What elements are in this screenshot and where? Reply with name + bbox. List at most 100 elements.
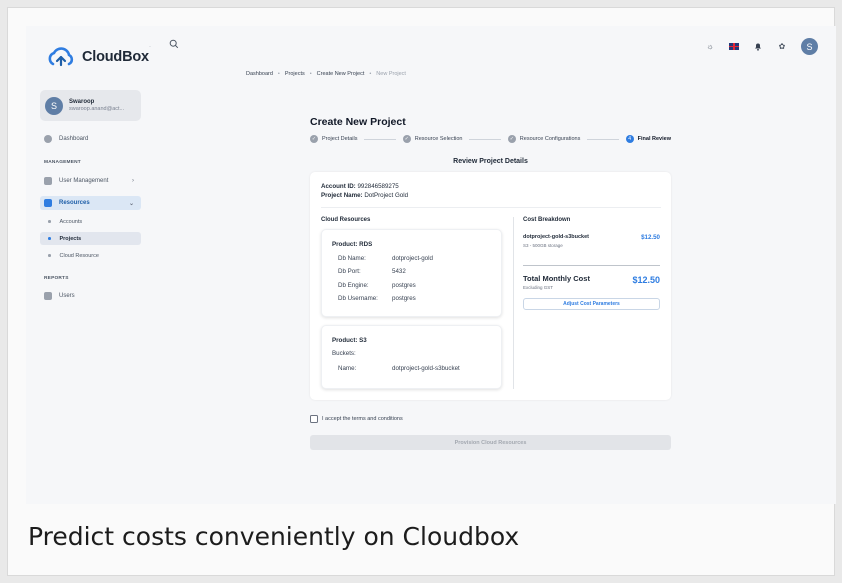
sidebar-item-resources[interactable]: Resources ⌄ xyxy=(40,196,141,210)
cloud-resources-title: Cloud Resources xyxy=(321,217,371,223)
bell-icon[interactable] xyxy=(753,42,763,52)
terms-label: I accept the terms and conditions xyxy=(322,416,403,422)
step-project-details[interactable]: ✓ Project Details xyxy=(310,135,357,143)
user-email: swaroop.anand@act... xyxy=(69,105,125,112)
bullet-icon xyxy=(48,254,51,257)
cloud-logo-icon xyxy=(48,47,74,67)
sidebar-item-label: Users xyxy=(59,293,75,299)
bullet-icon xyxy=(48,220,51,223)
divider xyxy=(321,207,661,208)
terms-checkbox[interactable] xyxy=(310,415,318,423)
project-name: DotProject Gold xyxy=(364,192,409,200)
breadcrumb-separator: • xyxy=(309,71,312,77)
kv-value: 5432 xyxy=(392,268,406,275)
chevron-right-icon: › xyxy=(132,178,134,184)
user-management-icon xyxy=(44,177,52,185)
kv-label: Name: xyxy=(338,365,357,372)
screenshot-frame: CloudBox S Swaroop swaroop.anand@act... … xyxy=(7,7,836,576)
avatar[interactable]: S xyxy=(801,38,818,55)
language-flag-icon[interactable] xyxy=(729,42,739,52)
sidebar: CloudBox S Swaroop swaroop.anand@act... … xyxy=(26,26,154,504)
kv-label: Db Name: xyxy=(338,255,366,262)
step-resource-selection[interactable]: ✓ Resource Selection xyxy=(402,135,462,143)
step-number: 4 xyxy=(625,135,634,143)
product-title: Product: RDS xyxy=(332,241,373,248)
section-reports: REPORTS xyxy=(44,276,69,281)
breadcrumb-dashboard[interactable]: Dashboard xyxy=(246,71,273,77)
sidebar-item-users[interactable]: Users xyxy=(40,289,141,303)
product-card-s3: Product: S3 Buckets: Name: dotproject-go… xyxy=(321,325,502,389)
dashboard-icon xyxy=(44,135,52,143)
buckets-label: Buckets: xyxy=(332,350,356,357)
check-icon: ✓ xyxy=(310,135,318,143)
resources-icon xyxy=(44,199,52,207)
stepper: ✓ Project Details ✓ Resource Selection ✓… xyxy=(310,134,671,144)
check-icon: ✓ xyxy=(402,135,411,143)
sidebar-subitem-label: Cloud Resource xyxy=(59,252,99,259)
section-management: MANAGEMENT xyxy=(44,160,81,165)
sidebar-item-label: Dashboard xyxy=(59,136,89,142)
step-resource-configurations[interactable]: ✓ Resource Configurations xyxy=(507,135,580,143)
step-connector xyxy=(364,138,396,140)
total-cost-sub: Excluding GST xyxy=(523,285,554,290)
cost-item-amount: $12.50 xyxy=(641,234,660,241)
sidebar-subitem-cloud-resource[interactable]: Cloud Resource xyxy=(40,249,141,262)
kv-value: postgres xyxy=(392,282,416,289)
topbar-actions: ☼ ✿ S xyxy=(705,38,818,55)
project-name-label: Project Name: xyxy=(321,192,363,200)
breadcrumb-projects[interactable]: Projects xyxy=(285,71,305,77)
kv-value: postgres xyxy=(392,295,416,302)
search-icon[interactable] xyxy=(169,39,179,49)
review-title: Review Project Details xyxy=(453,158,528,165)
provision-button[interactable]: Provision Cloud Resources xyxy=(310,435,671,450)
account-id-label: Account ID: xyxy=(321,183,356,190)
sidebar-subitem-accounts[interactable]: Accounts xyxy=(40,215,141,228)
breadcrumb-separator: • xyxy=(369,71,372,77)
app-window: CloudBox S Swaroop swaroop.anand@act... … xyxy=(26,26,836,504)
logo[interactable]: CloudBox xyxy=(46,46,149,68)
account-id: 992846589275 xyxy=(357,183,399,190)
breadcrumb-create-project[interactable]: Create New Project xyxy=(317,71,365,77)
total-cost-amount: $12.50 xyxy=(632,275,660,285)
terms-checkbox-row[interactable]: I accept the terms and conditions xyxy=(310,415,403,423)
page-title: Create New Project xyxy=(310,116,406,128)
user-card[interactable]: S Swaroop swaroop.anand@act... xyxy=(40,90,141,121)
chevron-down-icon: ⌄ xyxy=(128,200,134,207)
breadcrumb-separator: • xyxy=(277,71,280,77)
sidebar-item-label: Resources xyxy=(59,200,90,206)
user-name: Swaroop xyxy=(69,99,95,106)
settings-icon[interactable]: ✿ xyxy=(777,42,787,52)
column-divider xyxy=(513,217,514,389)
sidebar-subitem-projects[interactable]: Projects xyxy=(40,232,141,245)
product-title: Product: S3 xyxy=(332,337,367,344)
breadcrumb-current: New Project xyxy=(376,71,406,77)
sidebar-subitem-label: Accounts xyxy=(59,218,83,225)
kv-value: dotproject-gold xyxy=(392,255,433,262)
users-icon xyxy=(44,292,52,300)
account-info: Account ID: 992846589275 Project Name: D… xyxy=(321,182,408,201)
sidebar-item-label: User Management xyxy=(59,178,109,184)
sidebar-item-dashboard[interactable]: Dashboard xyxy=(40,132,141,146)
app-name: CloudBox xyxy=(82,49,149,65)
divider xyxy=(523,265,660,266)
collapse-sidebar-icon[interactable]: · xyxy=(149,44,151,50)
sidebar-item-user-management[interactable]: User Management › xyxy=(40,174,141,188)
sidebar-subitem-label: Projects xyxy=(59,235,82,242)
theme-sun-icon[interactable]: ☼ xyxy=(705,42,715,52)
bullet-icon xyxy=(48,237,51,240)
cost-item-sub: S3 - 500GB storage xyxy=(523,243,563,248)
step-connector xyxy=(587,138,619,140)
cost-item-name: dotproject-gold-s3bucket xyxy=(523,234,590,240)
review-card: Account ID: 992846589275 Project Name: D… xyxy=(310,172,671,400)
product-card-rds: Product: RDS Db Name: dotproject-gold Db… xyxy=(321,229,502,317)
step-final-review[interactable]: 4 Final Review xyxy=(625,135,671,143)
cost-breakdown-title: Cost Breakdown xyxy=(523,217,571,223)
kv-label: Db Port: xyxy=(338,268,361,275)
kv-label: Db Username: xyxy=(338,295,378,302)
caption: Predict costs conveniently on Cloudbox xyxy=(28,522,520,551)
kv-label: Db Engine: xyxy=(338,282,369,289)
adjust-cost-button[interactable]: Adjust Cost Parameters xyxy=(523,298,660,310)
kv-value: dotproject-gold-s3bucket xyxy=(392,365,460,372)
check-icon: ✓ xyxy=(507,135,516,143)
avatar: S xyxy=(45,96,63,115)
